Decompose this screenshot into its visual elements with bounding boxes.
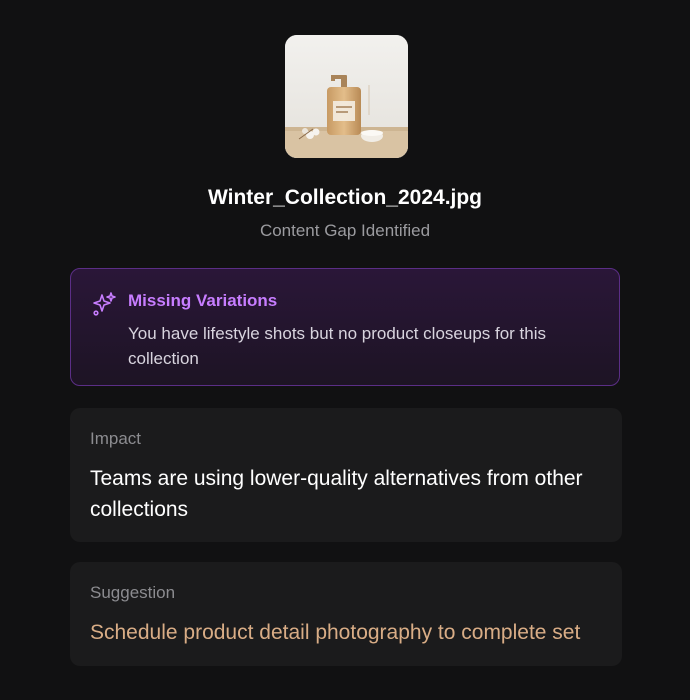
content-gap-panel: Winter_Collection_2024.jpg Content Gap I… (0, 0, 690, 700)
alert-description: You have lifestyle shots but no product … (128, 324, 547, 368)
impact-text: Teams are using lower-quality alternativ… (90, 467, 583, 521)
file-name: Winter_Collection_2024.jpg (207, 186, 483, 209)
impact-card: Impact Teams are using lower-quality alt… (70, 408, 622, 542)
product-photo-image (285, 35, 408, 158)
missing-variations-alert: Missing Variations You have lifestyle sh… (70, 268, 620, 386)
impact-label: Impact (90, 429, 142, 448)
suggestion-text: Schedule product detail photography to c… (90, 621, 581, 644)
suggestion-label: Suggestion (90, 583, 176, 602)
product-thumbnail (285, 35, 408, 158)
gap-status-label: Content Gap Identified (259, 221, 431, 240)
alert-title: Missing Variations (128, 291, 278, 310)
suggestion-card: Suggestion Schedule product detail photo… (70, 562, 622, 666)
sparkles-icon (91, 291, 117, 317)
